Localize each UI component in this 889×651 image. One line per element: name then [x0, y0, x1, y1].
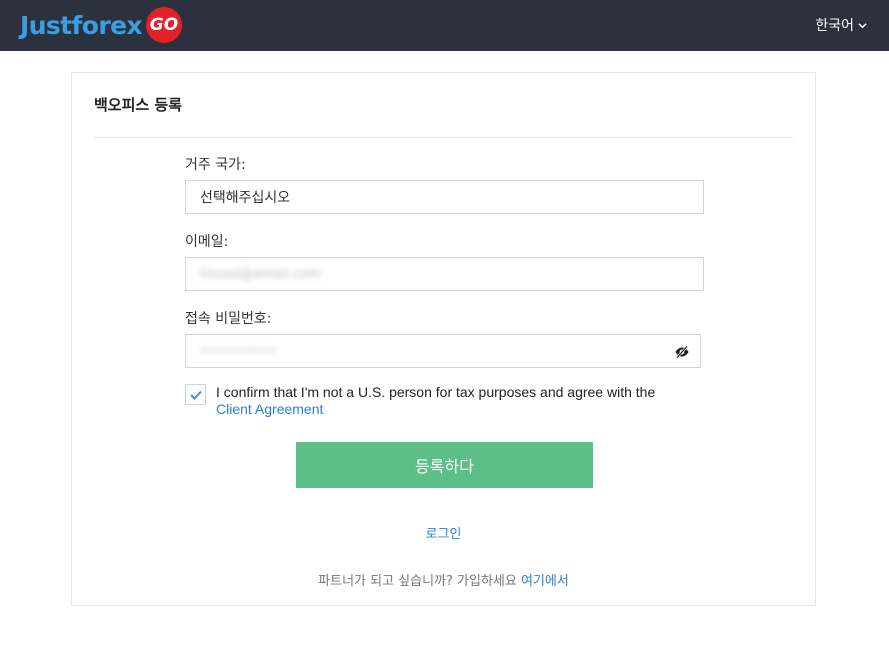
partner-signup-link[interactable]: 여기에서 — [521, 574, 569, 589]
login-link[interactable]: 로그인 — [426, 527, 462, 542]
top-bar: Justforex GO 한국어 — [0, 0, 889, 51]
login-row: 로그인 — [72, 523, 815, 542]
confirm-checkbox[interactable] — [185, 384, 206, 405]
confirm-text: I confirm that I'm not a U.S. person for… — [216, 384, 666, 418]
page-title: 백오피스 등록 — [94, 96, 183, 114]
checkmark-icon — [189, 390, 202, 400]
email-field-value: hiuuol@email.com — [200, 266, 321, 282]
title-divider — [94, 137, 793, 138]
registration-card: 백오피스 등록 거주 국가: 선택해주십시오 이메일: hiuuol@email… — [71, 72, 816, 606]
country-label: 거주 국가: — [185, 157, 246, 173]
partner-row: 파트너가 되고 싶습니까? 가입하세요 여기에서 — [72, 570, 815, 589]
country-select[interactable]: 선택해주십시오 — [185, 180, 704, 214]
partner-text: 파트너가 되고 싶습니까? 가입하세요 — [318, 574, 517, 589]
language-selector[interactable]: 한국어 — [815, 15, 867, 35]
eye-slash-icon[interactable] — [674, 344, 690, 360]
client-agreement-link[interactable]: Client Agreement — [216, 401, 323, 417]
brand-logo[interactable]: Justforex GO — [20, 7, 182, 43]
confirm-statement: I confirm that I'm not a U.S. person for… — [216, 384, 656, 400]
logo-go-badge: GO — [146, 7, 182, 43]
email-field[interactable]: hiuuol@email.com — [185, 257, 704, 291]
password-label: 접속 비밀번호: — [185, 311, 272, 327]
register-button[interactable]: 등록하다 — [296, 442, 593, 488]
password-field-value: •••••••••• — [200, 343, 277, 359]
logo-text: Justforex — [20, 10, 143, 40]
password-field[interactable]: •••••••••• — [185, 334, 701, 368]
country-select-value: 선택해주십시오 — [200, 190, 291, 206]
chevron-down-icon — [858, 22, 867, 28]
language-label: 한국어 — [815, 18, 854, 34]
email-label: 이메일: — [185, 234, 229, 250]
